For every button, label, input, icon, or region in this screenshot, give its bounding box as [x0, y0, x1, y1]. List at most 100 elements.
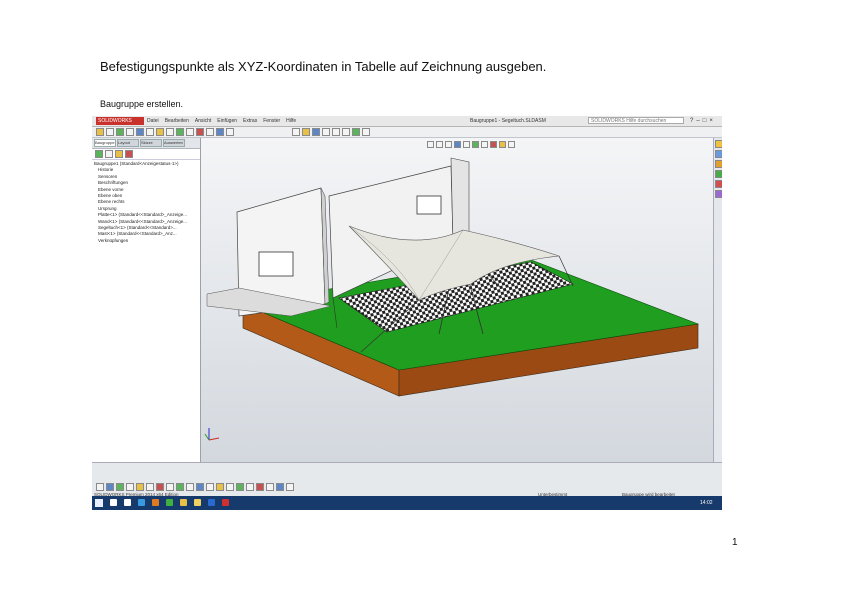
- apply-scene-icon[interactable]: [499, 141, 506, 148]
- menu-file[interactable]: Datei: [146, 117, 160, 125]
- display-style-icon[interactable]: [472, 141, 479, 148]
- property-manager-icon[interactable]: [105, 150, 113, 158]
- exploded-view-icon[interactable]: [196, 128, 204, 136]
- section-view-icon[interactable]: [454, 141, 461, 148]
- tool-icon[interactable]: [146, 483, 154, 491]
- tool-icon[interactable]: [196, 483, 204, 491]
- windows-taskbar: 14:02: [92, 496, 722, 510]
- help-search-input[interactable]: SOLIDWORKS Hilfe durchsuchen: [588, 117, 684, 124]
- menu-view[interactable]: Ansicht: [194, 117, 212, 125]
- linear-pattern-icon[interactable]: [116, 128, 124, 136]
- tool-icon[interactable]: [166, 483, 174, 491]
- print-icon[interactable]: [322, 128, 330, 136]
- tab-layout[interactable]: Layout: [117, 139, 139, 147]
- taskbar-app-icon[interactable]: [194, 499, 201, 506]
- tool-icon[interactable]: [156, 483, 164, 491]
- clearance-verification-icon[interactable]: [226, 128, 234, 136]
- clock: 14:02: [700, 500, 713, 506]
- tool-icon[interactable]: [226, 483, 234, 491]
- edit-appearance-icon[interactable]: [490, 141, 497, 148]
- feature-tree-icon[interactable]: [95, 150, 103, 158]
- close-button[interactable]: ×: [709, 117, 713, 125]
- select-icon[interactable]: [342, 128, 350, 136]
- menu-insert[interactable]: Einfügen: [216, 117, 238, 125]
- tree-item-component[interactable]: Platte<1> (Standard<<Standard>_Anzeige..…: [94, 212, 198, 218]
- zoom-to-area-icon[interactable]: [436, 141, 443, 148]
- tool-icon[interactable]: [256, 483, 264, 491]
- status-area: SOLIDWORKS Premium 2014 x64 Edition Unte…: [92, 462, 722, 497]
- task-pane: [713, 138, 722, 462]
- previous-view-icon[interactable]: [445, 141, 452, 148]
- insert-component-icon[interactable]: [96, 128, 104, 136]
- tool-icon[interactable]: [106, 483, 114, 491]
- tool-icon[interactable]: [206, 483, 214, 491]
- show-hidden-icon[interactable]: [146, 128, 154, 136]
- standard-toolbar: [292, 128, 370, 136]
- maximize-button[interactable]: □: [703, 117, 707, 125]
- menu-edit[interactable]: Bearbeiten: [164, 117, 190, 125]
- view-orientation-icon[interactable]: [463, 141, 470, 148]
- tool-icon[interactable]: [246, 483, 254, 491]
- tool-icon[interactable]: [186, 483, 194, 491]
- move-component-icon[interactable]: [136, 128, 144, 136]
- file-explorer-icon[interactable]: [715, 160, 722, 168]
- custom-properties-icon[interactable]: [715, 190, 722, 198]
- tree-item-mates[interactable]: Verknüpfungen: [94, 238, 198, 244]
- zoom-to-fit-icon[interactable]: [427, 141, 434, 148]
- reference-geometry-icon[interactable]: [166, 128, 174, 136]
- triad-axis: [204, 433, 210, 441]
- mate-icon[interactable]: [106, 128, 114, 136]
- bill-of-materials-icon[interactable]: [186, 128, 194, 136]
- tab-evaluate[interactable]: Auswerten: [163, 139, 185, 147]
- new-motion-study-icon[interactable]: [176, 128, 184, 136]
- resources-icon[interactable]: [715, 140, 722, 148]
- view-palette-icon[interactable]: [715, 170, 722, 178]
- design-library-icon[interactable]: [715, 150, 722, 158]
- smart-fasteners-icon[interactable]: [126, 128, 134, 136]
- taskbar-app-icon[interactable]: [166, 499, 173, 506]
- interference-detection-icon[interactable]: [216, 128, 224, 136]
- tool-icon[interactable]: [216, 483, 224, 491]
- minimize-button[interactable]: –: [696, 117, 699, 125]
- explode-line-sketch-icon[interactable]: [206, 128, 214, 136]
- taskbar-app-icon[interactable]: [152, 499, 159, 506]
- help-button[interactable]: ?: [690, 117, 693, 125]
- menu-tools[interactable]: Extras: [242, 117, 258, 125]
- tool-icon[interactable]: [126, 483, 134, 491]
- tool-icon[interactable]: [136, 483, 144, 491]
- solidworks-taskbar-icon[interactable]: [222, 499, 229, 506]
- undo-icon[interactable]: [332, 128, 340, 136]
- taskbar-app-icon[interactable]: [208, 499, 215, 506]
- rebuild-icon[interactable]: [352, 128, 360, 136]
- menu-help[interactable]: Hilfe: [285, 117, 297, 125]
- assembly-features-icon[interactable]: [156, 128, 164, 136]
- appearances-icon[interactable]: [715, 180, 722, 188]
- hide-show-items-icon[interactable]: [481, 141, 488, 148]
- windows-start-icon[interactable]: [95, 499, 103, 507]
- open-folder-icon[interactable]: [302, 128, 310, 136]
- tool-icon[interactable]: [96, 483, 104, 491]
- tool-icon[interactable]: [176, 483, 184, 491]
- tab-assembly[interactable]: Baugruppe: [94, 139, 116, 147]
- app-logo[interactable]: SOLIDWORKS: [96, 117, 144, 125]
- taskbar-app-icon[interactable]: [110, 499, 117, 506]
- save-icon[interactable]: [312, 128, 320, 136]
- tool-icon[interactable]: [266, 483, 274, 491]
- taskbar-app-icon[interactable]: [124, 499, 131, 506]
- tool-icon[interactable]: [276, 483, 284, 491]
- page-number: 1: [732, 537, 738, 548]
- tool-icon[interactable]: [236, 483, 244, 491]
- tool-icon[interactable]: [286, 483, 294, 491]
- menu-window[interactable]: Fenster: [262, 117, 281, 125]
- display-manager-icon[interactable]: [125, 150, 133, 158]
- taskbar-app-icon[interactable]: [180, 499, 187, 506]
- graphics-area[interactable]: [201, 138, 713, 462]
- configuration-manager-icon[interactable]: [115, 150, 123, 158]
- taskbar-app-icon[interactable]: [138, 499, 145, 506]
- view-settings-icon[interactable]: [508, 141, 515, 148]
- tool-icon[interactable]: [116, 483, 124, 491]
- panel-view-switcher: [92, 149, 200, 160]
- options-icon[interactable]: [362, 128, 370, 136]
- new-document-icon[interactable]: [292, 128, 300, 136]
- tab-sketch[interactable]: Skizze: [140, 139, 162, 147]
